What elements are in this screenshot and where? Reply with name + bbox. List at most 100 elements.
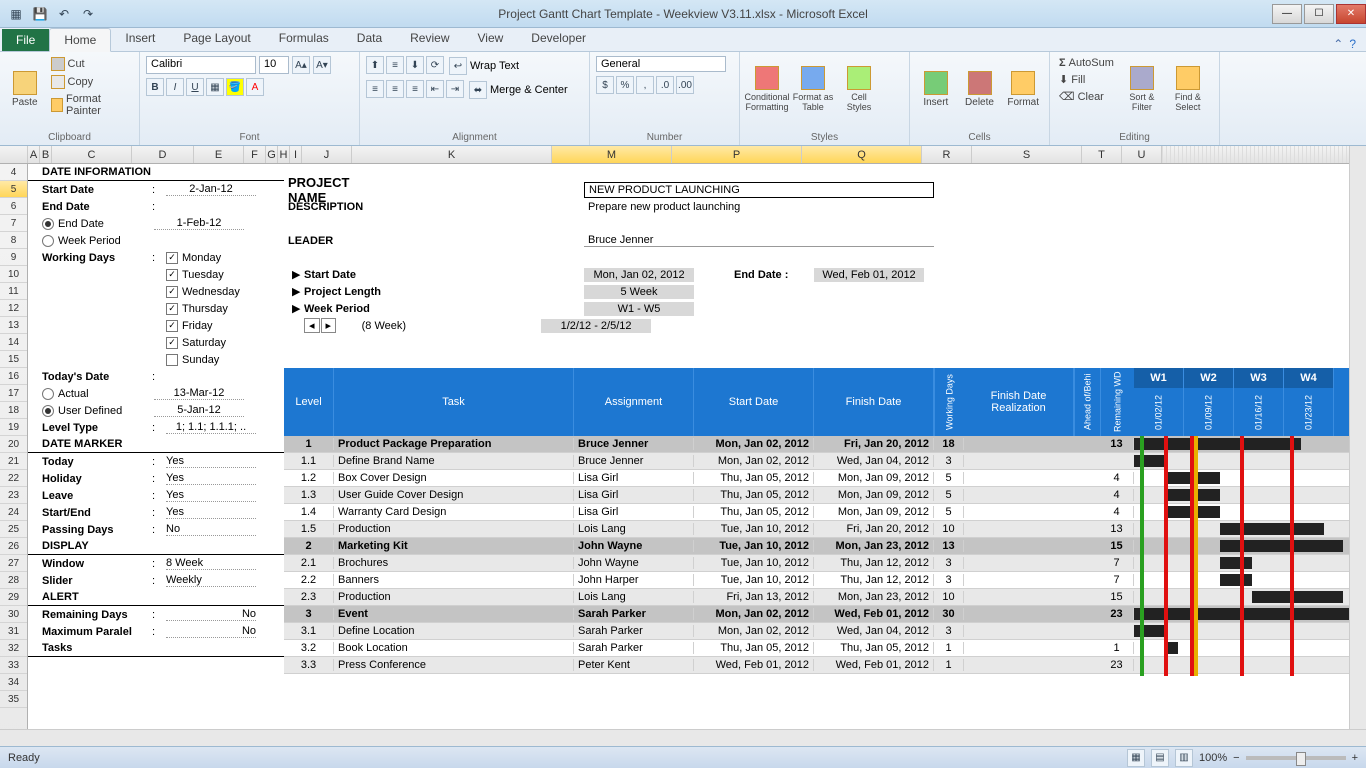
gantt-row[interactable]: 2.3 Production Lois Lang Fri, Jan 13, 20… bbox=[284, 589, 1366, 606]
sort-filter-button[interactable]: Sort & Filter bbox=[1121, 56, 1163, 122]
format-painter-button[interactable]: Format Painter bbox=[48, 92, 134, 118]
italic-button[interactable]: I bbox=[166, 78, 184, 96]
help-icon[interactable]: ? bbox=[1349, 37, 1356, 51]
horizontal-scrollbar[interactable] bbox=[0, 729, 1366, 746]
row-header-11[interactable]: 11 bbox=[0, 283, 27, 300]
minimize-button[interactable]: — bbox=[1272, 4, 1302, 24]
day-check-5[interactable] bbox=[166, 337, 178, 349]
nav-next-button[interactable]: ▸ bbox=[321, 318, 337, 333]
delete-cells-button[interactable]: Delete bbox=[960, 56, 1000, 122]
zoom-in-button[interactable]: + bbox=[1352, 752, 1358, 764]
vertical-scrollbar[interactable] bbox=[1349, 146, 1366, 729]
worksheet[interactable]: DATE INFORMATIONStart Date:2-Jan-12End D… bbox=[28, 164, 1366, 752]
end-date-radio[interactable] bbox=[42, 218, 54, 230]
column-header-I[interactable]: I bbox=[290, 146, 302, 163]
row-header-30[interactable]: 30 bbox=[0, 606, 27, 623]
tab-page-layout[interactable]: Page Layout bbox=[169, 27, 264, 51]
save-icon[interactable]: 💾 bbox=[30, 4, 50, 24]
column-header-C[interactable]: C bbox=[52, 146, 132, 163]
maximize-button[interactable]: ☐ bbox=[1304, 4, 1334, 24]
border-button[interactable]: ▦ bbox=[206, 78, 224, 96]
row-header-25[interactable]: 25 bbox=[0, 521, 27, 538]
close-button[interactable]: ✕ bbox=[1336, 4, 1366, 24]
row-header-31[interactable]: 31 bbox=[0, 623, 27, 640]
align-top-icon[interactable]: ⬆ bbox=[366, 56, 384, 74]
zoom-out-button[interactable]: − bbox=[1233, 752, 1239, 764]
cell-styles-button[interactable]: Cell Styles bbox=[838, 56, 880, 122]
tab-review[interactable]: Review bbox=[396, 27, 463, 51]
insert-cells-button[interactable]: Insert bbox=[916, 56, 956, 122]
clear-button[interactable]: ⌫Clear bbox=[1056, 89, 1117, 104]
row-header-8[interactable]: 8 bbox=[0, 232, 27, 249]
row-header-20[interactable]: 20 bbox=[0, 436, 27, 453]
column-header-J[interactable]: J bbox=[302, 146, 352, 163]
gantt-row[interactable]: 1.2 Box Cover Design Lisa Girl Thu, Jan … bbox=[284, 470, 1366, 487]
row-header-4[interactable]: 4 bbox=[0, 164, 27, 181]
row-header-24[interactable]: 24 bbox=[0, 504, 27, 521]
view-normal-icon[interactable]: ▦ bbox=[1127, 749, 1145, 767]
column-header-D[interactable]: D bbox=[132, 146, 194, 163]
day-check-1[interactable] bbox=[166, 269, 178, 281]
day-check-6[interactable] bbox=[166, 354, 178, 366]
column-header-K[interactable]: K bbox=[352, 146, 552, 163]
column-header-H[interactable]: H bbox=[278, 146, 290, 163]
align-bottom-icon[interactable]: ⬇ bbox=[406, 56, 424, 74]
format-as-table-button[interactable]: Format as Table bbox=[792, 56, 834, 122]
cut-button[interactable]: Cut bbox=[48, 56, 134, 72]
percent-icon[interactable]: % bbox=[616, 76, 634, 94]
increase-decimal-icon[interactable]: .0 bbox=[656, 76, 674, 94]
gantt-row[interactable]: 3 Event Sarah Parker Mon, Jan 02, 2012 W… bbox=[284, 606, 1366, 623]
column-headers[interactable]: ABCDEFGHIJKMPQRSTU bbox=[0, 146, 1366, 164]
row-header-33[interactable]: 33 bbox=[0, 657, 27, 674]
row-header-27[interactable]: 27 bbox=[0, 555, 27, 572]
number-format-combo[interactable]: General bbox=[596, 56, 726, 72]
autosum-button[interactable]: ΣAutoSum bbox=[1056, 56, 1117, 70]
tab-home[interactable]: Home bbox=[49, 28, 111, 52]
row-header-32[interactable]: 32 bbox=[0, 640, 27, 657]
row-headers[interactable]: 4567891011121314151617181920212223242526… bbox=[0, 164, 28, 752]
row-header-6[interactable]: 6 bbox=[0, 198, 27, 215]
zoom-slider[interactable] bbox=[1246, 756, 1346, 760]
gantt-row[interactable]: 1 Product Package Preparation Bruce Jenn… bbox=[284, 436, 1366, 453]
fill-button[interactable]: ⬇Fill bbox=[1056, 72, 1117, 87]
row-header-12[interactable]: 12 bbox=[0, 300, 27, 317]
row-header-9[interactable]: 9 bbox=[0, 249, 27, 266]
day-check-mon[interactable] bbox=[166, 252, 178, 264]
nav-prev-button[interactable]: ◂ bbox=[304, 318, 320, 333]
column-header-G[interactable]: G bbox=[266, 146, 278, 163]
column-header-R[interactable]: R bbox=[922, 146, 972, 163]
paste-button[interactable]: Paste bbox=[6, 56, 44, 122]
gantt-row[interactable]: 2.2 Banners John Harper Tue, Jan 10, 201… bbox=[284, 572, 1366, 589]
gantt-row[interactable]: 1.1 Define Brand Name Bruce Jenner Mon, … bbox=[284, 453, 1366, 470]
bold-button[interactable]: B bbox=[146, 78, 164, 96]
fill-color-button[interactable]: 🪣 bbox=[226, 78, 244, 96]
row-header-13[interactable]: 13 bbox=[0, 317, 27, 334]
file-tab[interactable]: File bbox=[2, 29, 49, 51]
column-header-U[interactable]: U bbox=[1122, 146, 1162, 163]
decrease-decimal-icon[interactable]: .00 bbox=[676, 76, 694, 94]
column-header-S[interactable]: S bbox=[972, 146, 1082, 163]
row-header-17[interactable]: 17 bbox=[0, 385, 27, 402]
undo-icon[interactable]: ↶ bbox=[54, 4, 74, 24]
row-header-5[interactable]: 5 bbox=[0, 181, 27, 198]
increase-font-icon[interactable]: A▴ bbox=[292, 56, 310, 74]
comma-icon[interactable]: , bbox=[636, 76, 654, 94]
merge-center-button[interactable]: ⬌Merge & Center bbox=[466, 80, 571, 100]
gantt-row[interactable]: 3.1 Define Location Sarah Parker Mon, Ja… bbox=[284, 623, 1366, 640]
column-header-E[interactable]: E bbox=[194, 146, 244, 163]
column-header-M[interactable]: M bbox=[552, 146, 672, 163]
userdef-radio[interactable] bbox=[42, 405, 54, 417]
tab-developer[interactable]: Developer bbox=[517, 27, 600, 51]
actual-radio[interactable] bbox=[42, 388, 54, 400]
view-pagebreak-icon[interactable]: ▥ bbox=[1175, 749, 1193, 767]
align-left-icon[interactable]: ≡ bbox=[366, 80, 384, 98]
row-header-10[interactable]: 10 bbox=[0, 266, 27, 283]
row-header-18[interactable]: 18 bbox=[0, 402, 27, 419]
row-header-22[interactable]: 22 bbox=[0, 470, 27, 487]
row-header-16[interactable]: 16 bbox=[0, 368, 27, 385]
minimize-ribbon-icon[interactable]: ⌃ bbox=[1333, 37, 1343, 51]
tab-insert[interactable]: Insert bbox=[111, 27, 169, 51]
row-header-35[interactable]: 35 bbox=[0, 691, 27, 708]
font-family-combo[interactable]: Calibri bbox=[146, 56, 256, 74]
row-header-15[interactable]: 15 bbox=[0, 351, 27, 368]
